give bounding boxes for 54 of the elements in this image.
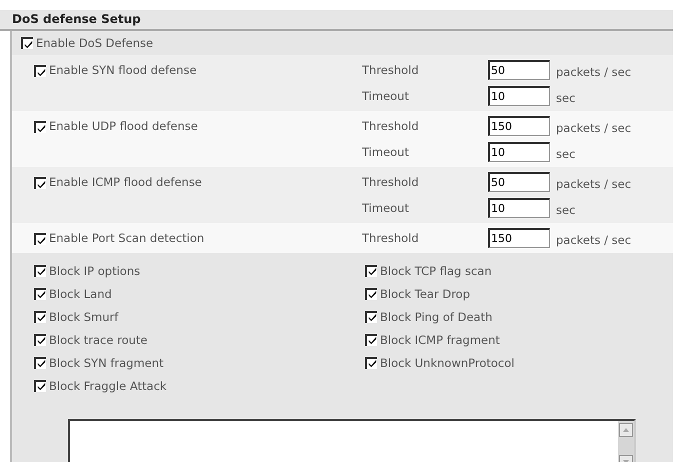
- checkbox[interactable]: [34, 65, 46, 77]
- unit-label: sec: [556, 203, 576, 217]
- checkbox[interactable]: [365, 310, 377, 322]
- input-field[interactable]: 10: [488, 86, 550, 106]
- input-field[interactable]: 150: [488, 228, 550, 248]
- checkbox[interactable]: [34, 356, 46, 368]
- checkbox[interactable]: [34, 288, 46, 300]
- checkbox[interactable]: [34, 177, 46, 189]
- checkbox-label: Block Land: [49, 286, 112, 300]
- checkbox-label: Block Tear Drop: [380, 286, 470, 300]
- section-title: DoS defense Setup: [0, 10, 673, 31]
- field-label: Threshold: [362, 63, 420, 77]
- checkbox-label: Block Smurf: [49, 310, 118, 324]
- checkbox[interactable]: [34, 334, 46, 346]
- checkbox-label: Block IP options: [49, 264, 140, 278]
- checkbox-label: Enable Port Scan detection: [49, 231, 204, 245]
- field-label: Timeout: [362, 201, 410, 215]
- field-label: Threshold: [362, 119, 420, 133]
- unit-label: sec: [556, 91, 576, 105]
- checkbox[interactable]: [365, 334, 377, 346]
- checkbox[interactable]: [34, 380, 46, 392]
- unit-label: packets / sec: [556, 121, 632, 135]
- input-field[interactable]: 150: [488, 116, 550, 136]
- checkbox-label: Enable SYN flood defense: [49, 63, 197, 77]
- checkbox[interactable]: [34, 233, 46, 245]
- unit-label: packets / sec: [556, 65, 632, 79]
- checkbox[interactable]: [34, 121, 46, 133]
- unit-label: packets / sec: [556, 177, 632, 191]
- checkbox-label: Block trace route: [49, 332, 148, 346]
- field-label: Threshold: [362, 175, 420, 189]
- checkbox-label: Block ICMP fragment: [380, 332, 500, 346]
- checkbox-label: Enable UDP flood defense: [49, 119, 198, 133]
- checkbox-label: Block SYN fragment: [49, 356, 164, 370]
- input-field[interactable]: 10: [488, 142, 550, 162]
- checkbox-label: Block Ping of Death: [380, 310, 492, 324]
- input-field[interactable]: 10: [488, 198, 550, 218]
- field-label: Timeout: [362, 145, 410, 159]
- input-field[interactable]: 50: [488, 60, 550, 80]
- checkbox-label: Block Fraggle Attack: [49, 378, 167, 392]
- input-field[interactable]: 50: [488, 172, 550, 192]
- checkbox[interactable]: [21, 37, 33, 49]
- unit-label: packets / sec: [556, 233, 632, 247]
- checkbox-label: Enable ICMP flood defense: [49, 175, 202, 189]
- checkbox[interactable]: [365, 356, 377, 368]
- field-label: Timeout: [362, 89, 410, 103]
- checkbox[interactable]: [365, 288, 377, 300]
- unit-label: sec: [556, 147, 576, 161]
- checkbox[interactable]: [34, 310, 46, 322]
- field-label: Threshold: [362, 231, 420, 245]
- checkbox-label: Enable DoS Defense: [36, 36, 154, 50]
- checkbox[interactable]: [365, 264, 377, 276]
- checkbox-label: Block UnknownProtocol: [380, 356, 514, 370]
- checkbox-label: Block TCP flag scan: [380, 264, 492, 278]
- checkbox[interactable]: [34, 264, 46, 276]
